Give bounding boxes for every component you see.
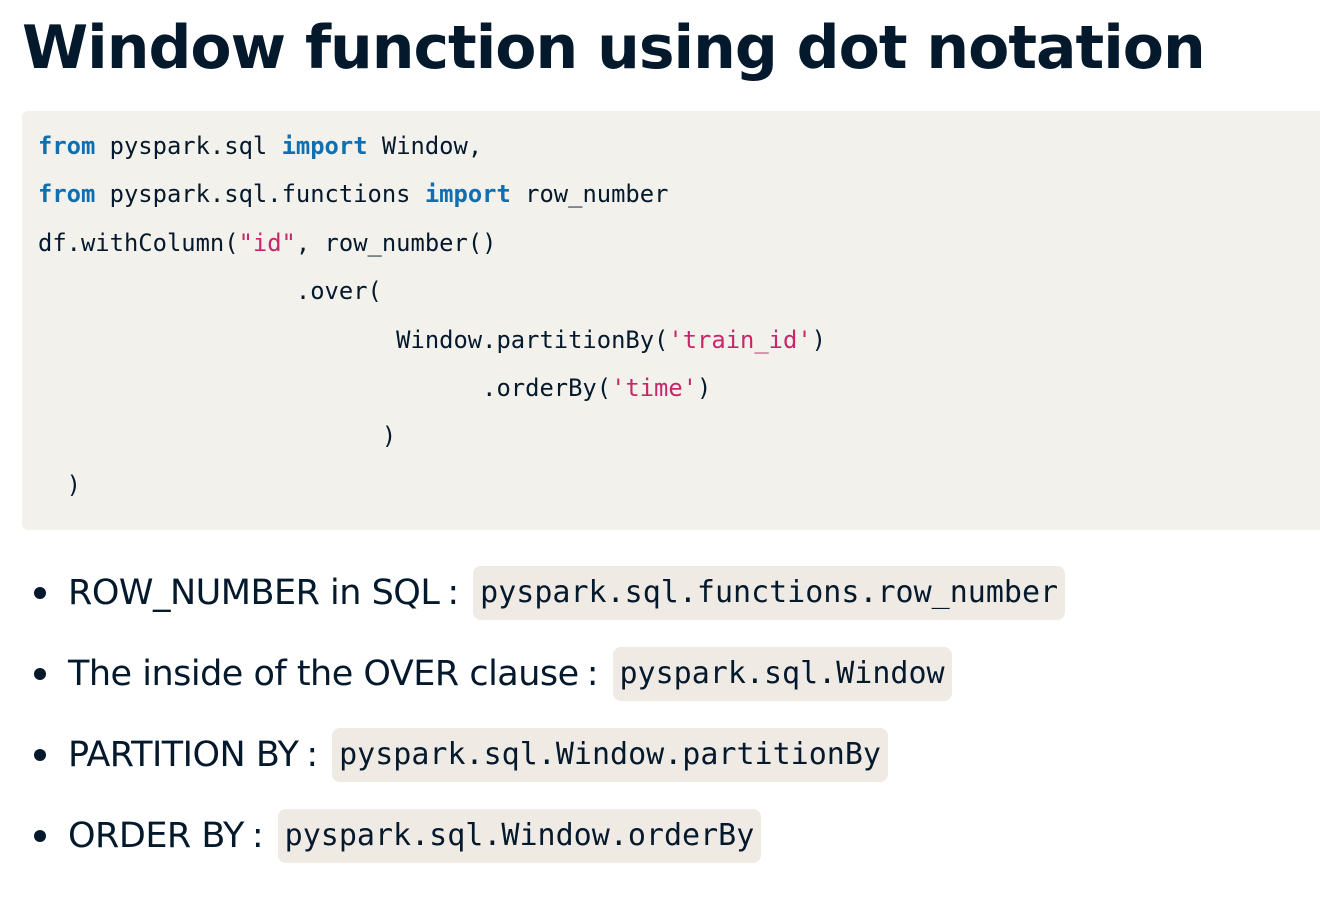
bullet-label: ORDER BY <box>68 816 244 856</box>
code-keyword: from <box>38 180 96 209</box>
code-line-1: from pyspark.sql import Window, <box>38 122 1320 170</box>
code-token: , row_number() <box>295 228 497 257</box>
code-keyword: import <box>424 180 511 209</box>
code-token: pyspark.sql.functions <box>95 180 425 209</box>
bullet-label: The inside of the OVER clause <box>68 654 579 694</box>
bullet-label: ROW_NUMBER in SQL <box>68 573 440 613</box>
code-line-4: .over( <box>38 267 1320 315</box>
bullet-dot-icon <box>34 830 46 842</box>
code-line-5: Window.partitionBy('train_id') <box>38 316 1320 364</box>
code-token: pyspark.sql <box>95 132 282 160</box>
code-token: .over( <box>38 277 382 306</box>
bullet-separator: : <box>251 816 264 856</box>
code-line-3: df.withColumn("id", row_number() <box>38 219 1320 267</box>
code-line-8: ) <box>38 461 1320 509</box>
code-line-2: from pyspark.sql.functions import row_nu… <box>38 170 1320 218</box>
bullet-list: ROW_NUMBER in SQL : pyspark.sql.function… <box>34 566 1066 890</box>
code-string: "id" <box>238 228 296 257</box>
code-token: ) <box>697 373 712 402</box>
bullet-separator: : <box>447 573 460 613</box>
bullet-separator: : <box>306 735 319 775</box>
bullet-item-over-clause: The inside of the OVER clause : pyspark.… <box>34 647 1065 701</box>
bullet-item-partition-by: PARTITION BY : pyspark.sql.Window.partit… <box>34 728 1065 782</box>
code-line-6: .orderBy('time') <box>38 364 1320 412</box>
code-token: row_number <box>510 180 669 209</box>
bullet-dot-icon <box>34 668 46 680</box>
bullet-label: PARTITION BY <box>68 735 299 775</box>
code-block: from pyspark.sql import Window, from pys… <box>22 111 1320 530</box>
inline-code: pyspark.sql.Window <box>612 647 952 701</box>
code-string: 'time' <box>611 373 698 402</box>
bullet-item-order-by: ORDER BY : pyspark.sql.Window.orderBy <box>34 809 1065 863</box>
bullet-separator: : <box>586 654 599 694</box>
code-token: Window.partitionBy( <box>38 325 669 354</box>
bullet-dot-icon <box>34 749 46 761</box>
code-keyword: from <box>38 132 96 160</box>
code-token: df.withColumn( <box>38 228 239 257</box>
bullet-dot-icon <box>34 587 46 599</box>
slide-title: Window function using dot notation <box>22 13 1206 83</box>
bullet-item-row-number: ROW_NUMBER in SQL : pyspark.sql.function… <box>34 566 1066 620</box>
code-token: .orderBy( <box>38 373 612 402</box>
inline-code: pyspark.sql.Window.partitionBy <box>332 728 888 782</box>
code-keyword: import <box>281 132 368 160</box>
code-token: ) <box>38 470 81 499</box>
code-string: 'train_id' <box>668 325 812 354</box>
code-token: Window, <box>367 132 483 160</box>
code-line-7: ) <box>38 412 1320 460</box>
inline-code: pyspark.sql.functions.row_number <box>473 566 1066 620</box>
code-token: ) <box>811 325 826 354</box>
code-token: ) <box>38 422 397 451</box>
inline-code: pyspark.sql.Window.orderBy <box>277 809 762 863</box>
